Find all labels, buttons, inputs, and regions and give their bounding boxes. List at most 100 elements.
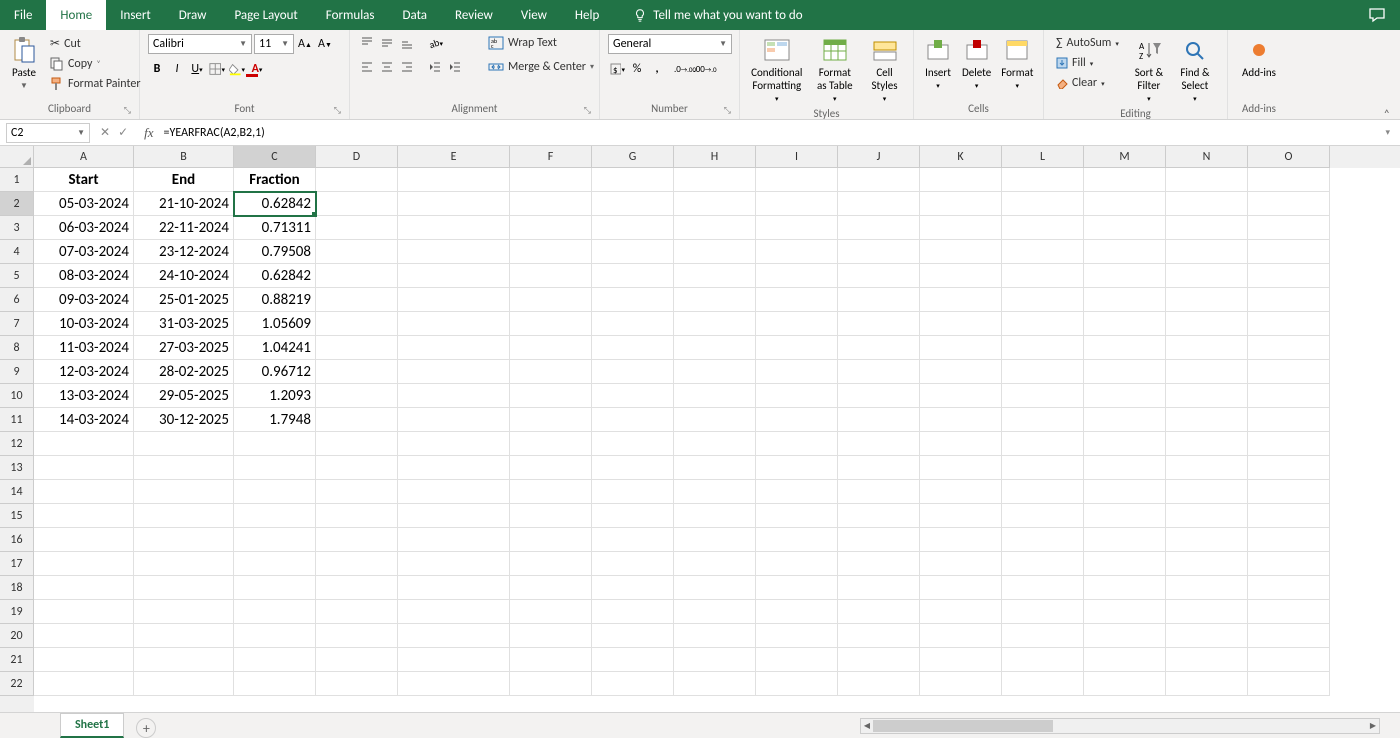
cell[interactable]: [1002, 312, 1084, 336]
column-header[interactable]: K: [920, 146, 1002, 168]
cell[interactable]: [674, 240, 756, 264]
cell[interactable]: [234, 600, 316, 624]
cell[interactable]: [1002, 192, 1084, 216]
cell[interactable]: [134, 504, 234, 528]
cell[interactable]: [1248, 504, 1330, 528]
dialog-launcher-icon[interactable]: ⤡: [124, 105, 131, 116]
cell[interactable]: [674, 432, 756, 456]
increase-font-button[interactable]: A▲: [296, 35, 314, 53]
cell[interactable]: [34, 648, 134, 672]
cell[interactable]: [920, 672, 1002, 696]
cell[interactable]: [1084, 288, 1166, 312]
cell[interactable]: [134, 456, 234, 480]
cell[interactable]: [920, 480, 1002, 504]
cell[interactable]: [756, 504, 838, 528]
cell[interactable]: [1002, 600, 1084, 624]
fill-color-button[interactable]: ▾: [228, 60, 246, 78]
cell[interactable]: [398, 360, 510, 384]
cell[interactable]: 22-11-2024: [134, 216, 234, 240]
cancel-formula-icon[interactable]: ✕: [100, 125, 110, 140]
cell[interactable]: 31-03-2025: [134, 312, 234, 336]
cell[interactable]: 0.79508: [234, 240, 316, 264]
cell[interactable]: 14-03-2024: [34, 408, 134, 432]
align-top-button[interactable]: [358, 34, 376, 52]
cell[interactable]: [592, 624, 674, 648]
cell[interactable]: 27-03-2025: [134, 336, 234, 360]
cell[interactable]: [34, 576, 134, 600]
addins-button[interactable]: Add-ins: [1236, 34, 1282, 81]
cell[interactable]: [756, 552, 838, 576]
cell[interactable]: [674, 480, 756, 504]
cell[interactable]: [34, 624, 134, 648]
cell[interactable]: [34, 552, 134, 576]
cell[interactable]: [1248, 360, 1330, 384]
cell[interactable]: [674, 528, 756, 552]
cell[interactable]: [920, 456, 1002, 480]
cell[interactable]: [34, 432, 134, 456]
cell[interactable]: [34, 672, 134, 696]
row-header[interactable]: 11: [0, 408, 34, 432]
cell[interactable]: [1002, 288, 1084, 312]
merge-center-button[interactable]: Merge & Center ▾: [484, 58, 598, 76]
row-header[interactable]: 12: [0, 432, 34, 456]
cell[interactable]: [1166, 432, 1248, 456]
cell[interactable]: [756, 576, 838, 600]
cell[interactable]: [234, 456, 316, 480]
cell[interactable]: [316, 552, 398, 576]
column-header[interactable]: E: [398, 146, 510, 168]
column-header[interactable]: C: [234, 146, 316, 168]
cell[interactable]: [510, 432, 592, 456]
cell[interactable]: [674, 384, 756, 408]
cell[interactable]: [838, 576, 920, 600]
cell[interactable]: [838, 648, 920, 672]
cell[interactable]: [510, 360, 592, 384]
cell[interactable]: [756, 384, 838, 408]
cell[interactable]: [1248, 312, 1330, 336]
row-header[interactable]: 5: [0, 264, 34, 288]
cell[interactable]: [398, 576, 510, 600]
cell[interactable]: [234, 480, 316, 504]
cell[interactable]: 07-03-2024: [34, 240, 134, 264]
cell[interactable]: [1084, 240, 1166, 264]
cell[interactable]: [1166, 528, 1248, 552]
cell[interactable]: [1084, 504, 1166, 528]
cell[interactable]: [316, 384, 398, 408]
cell[interactable]: [756, 192, 838, 216]
paste-button[interactable]: Paste ▼: [8, 34, 40, 93]
cell[interactable]: [1248, 480, 1330, 504]
cell[interactable]: [510, 408, 592, 432]
cell[interactable]: End: [134, 168, 234, 192]
cell[interactable]: [838, 432, 920, 456]
cell[interactable]: [674, 264, 756, 288]
cell[interactable]: [920, 408, 1002, 432]
cell[interactable]: [838, 528, 920, 552]
cell[interactable]: [756, 672, 838, 696]
cell[interactable]: [34, 504, 134, 528]
cell[interactable]: [1166, 360, 1248, 384]
row-header[interactable]: 18: [0, 576, 34, 600]
cell[interactable]: [1002, 648, 1084, 672]
cell[interactable]: [1002, 624, 1084, 648]
cell[interactable]: [920, 528, 1002, 552]
row-header[interactable]: 9: [0, 360, 34, 384]
cell[interactable]: Fraction: [234, 168, 316, 192]
clear-button[interactable]: Clear ▾: [1052, 74, 1123, 92]
cell[interactable]: [920, 192, 1002, 216]
format-painter-button[interactable]: Format Painter: [46, 75, 145, 93]
cell[interactable]: [1002, 360, 1084, 384]
cell[interactable]: [592, 360, 674, 384]
column-header[interactable]: B: [134, 146, 234, 168]
accounting-format-button[interactable]: $▾: [608, 60, 626, 78]
cell[interactable]: [592, 528, 674, 552]
copy-button[interactable]: Copy ˅: [46, 55, 145, 73]
cell[interactable]: [1084, 624, 1166, 648]
cell[interactable]: [674, 216, 756, 240]
cell[interactable]: [316, 648, 398, 672]
cell[interactable]: [920, 552, 1002, 576]
cell[interactable]: [838, 312, 920, 336]
cell[interactable]: [592, 312, 674, 336]
column-header[interactable]: O: [1248, 146, 1330, 168]
cell[interactable]: [1248, 432, 1330, 456]
cell[interactable]: [1248, 192, 1330, 216]
cell[interactable]: [1084, 672, 1166, 696]
